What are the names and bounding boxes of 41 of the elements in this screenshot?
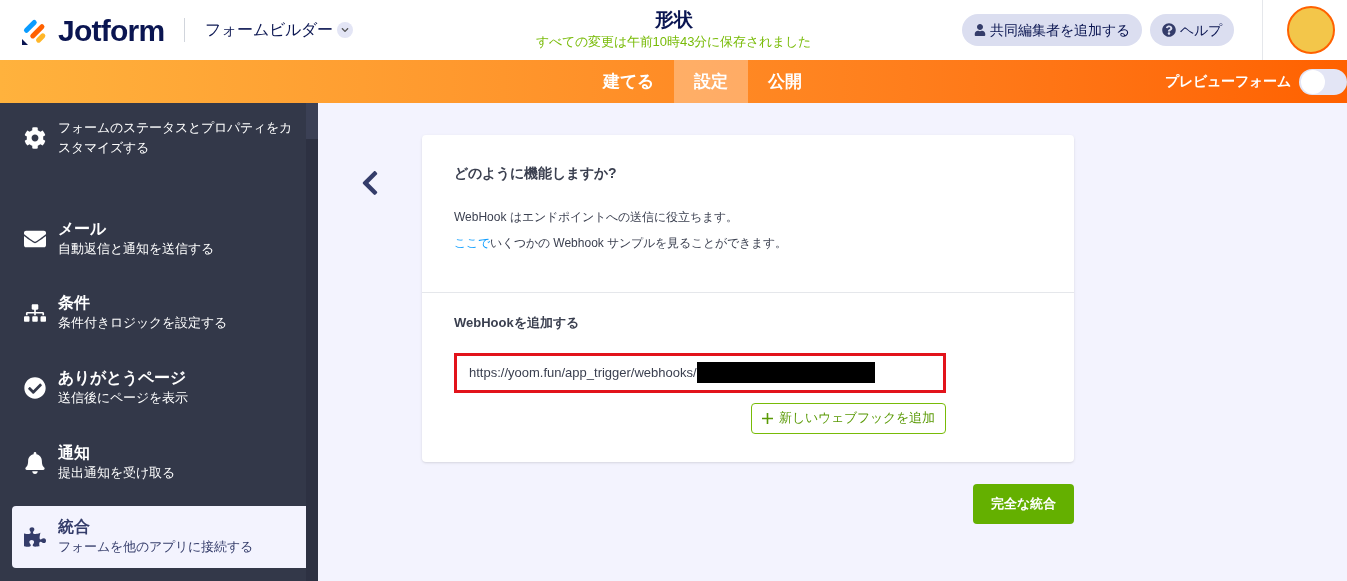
item-title: 通知 xyxy=(58,442,91,463)
puzzle-icon xyxy=(24,526,46,549)
item-title: 条件 xyxy=(58,293,91,314)
chevron-down-icon xyxy=(337,22,354,38)
sample-text: ここでいくつかの Webhook サンプルを見ることができます。 xyxy=(454,235,789,252)
preview-toggle[interactable] xyxy=(1299,68,1347,95)
item-description: 自動返信と通知を送信する xyxy=(58,239,215,258)
item-title: メール xyxy=(58,218,107,239)
sidebar-item[interactable]: ありがとうページ 送信後にページを表示 xyxy=(12,357,306,419)
form-title: 形状 xyxy=(654,8,693,33)
card-heading: どのように機能しますか? xyxy=(454,164,618,183)
sidebar-item[interactable]: メール 自動返信と通知を送信する xyxy=(12,207,306,270)
sidebar-item[interactable]: フォームのステータスとプロパティをカスタマイズする xyxy=(12,107,306,169)
preview-label: プレビューフォーム xyxy=(1165,72,1291,91)
gear-icon xyxy=(24,126,46,149)
brand-logo: Jotform xyxy=(58,12,165,49)
item-description: 送信後にページを表示 xyxy=(58,388,189,407)
save-status: すべての変更は午前10時43分に保存されました xyxy=(535,33,812,52)
avatar[interactable] xyxy=(1287,6,1335,54)
item-title: ありがとうページ xyxy=(58,367,187,388)
add-heading: WebHookを追加する xyxy=(454,314,580,332)
item-description: 条件付きロジックを設定する xyxy=(58,314,228,333)
item-description: 提出通知を受け取る xyxy=(58,463,176,482)
plus-icon xyxy=(762,412,773,424)
sidebar-item[interactable]: 統合 フォームを他のアプリに接続する xyxy=(12,506,306,569)
user-icon xyxy=(974,24,986,36)
item-title: 統合 xyxy=(58,517,91,538)
bell-icon xyxy=(24,451,46,474)
help-icon xyxy=(1162,23,1176,37)
hierarchy-icon xyxy=(24,302,46,325)
sidebar-item[interactable]: 条件 条件付きロジックを設定する xyxy=(12,282,306,344)
item-description: フォームを他のアプリに接続する xyxy=(58,538,254,557)
invite-button[interactable]: 共同編集者を追加する xyxy=(962,14,1142,46)
item-description: フォームのステータスとプロパティをカスタマイズする xyxy=(58,118,293,157)
sidebar-item[interactable]: 通知 提出通知を受け取る xyxy=(12,431,306,494)
url-text: https://yoom.fun/app_trigger/webhooks/ xyxy=(469,363,697,382)
description-text: WebHook はエンドポイントへの送信に役立ちます。 xyxy=(454,209,739,226)
builder-menu[interactable]: フォームビルダー xyxy=(205,18,354,42)
webhook-url-field[interactable]: https://yoom.fun/app_trigger/webhooks/ xyxy=(454,352,946,393)
add-webhook-button[interactable]: 新しいウェブフックを追加 xyxy=(751,402,946,434)
help-button[interactable]: ヘルプ xyxy=(1150,14,1234,46)
